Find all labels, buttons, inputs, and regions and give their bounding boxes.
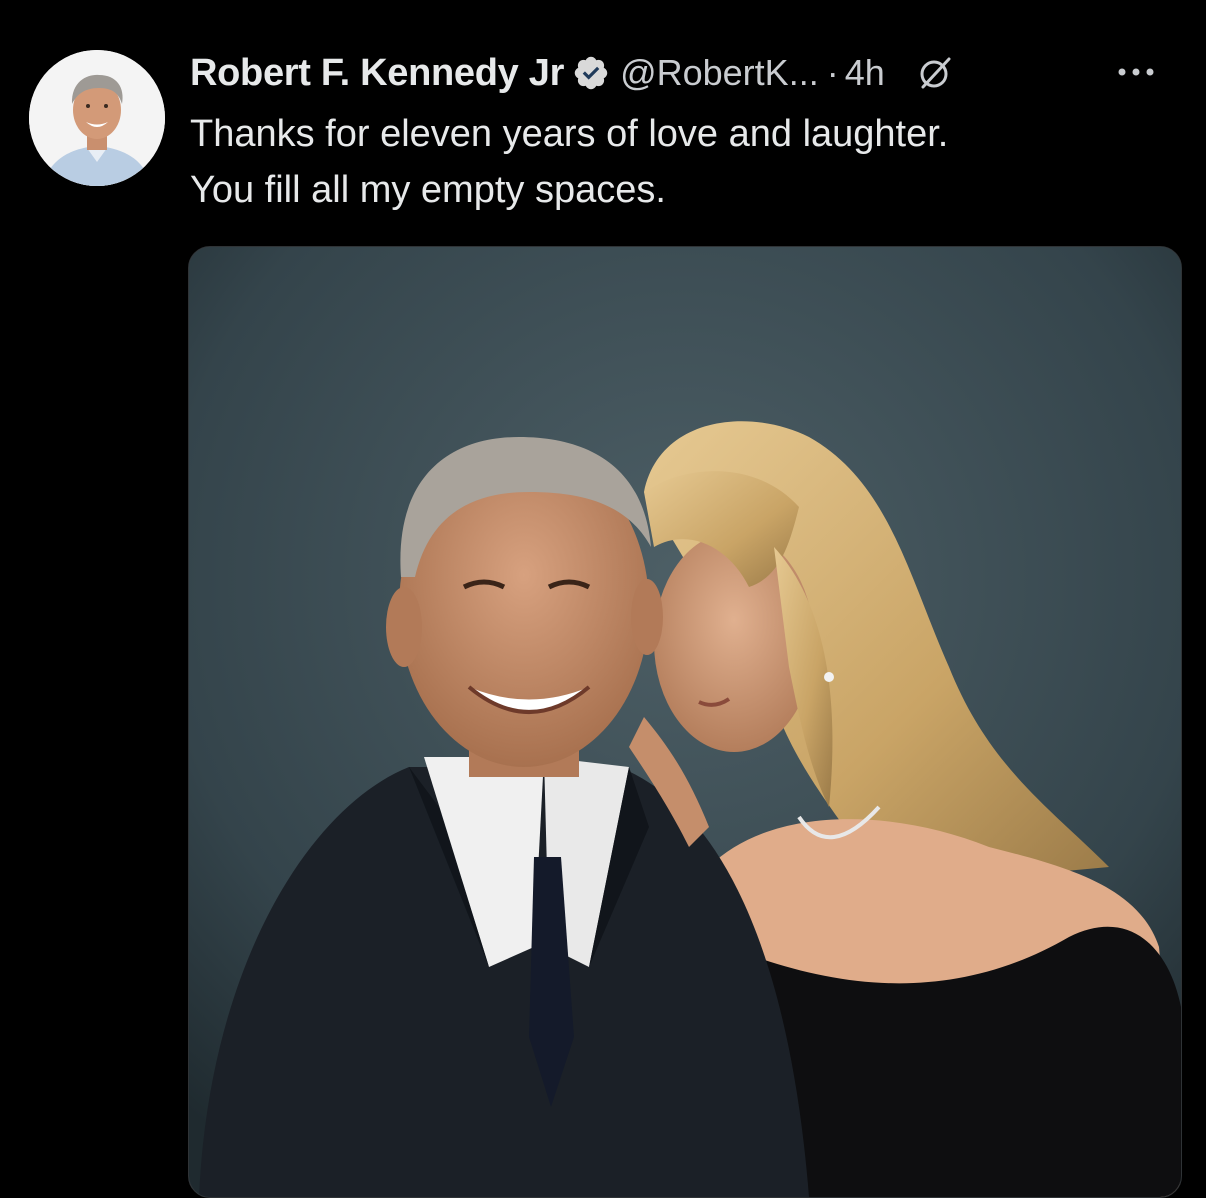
portrait-photo [189, 247, 1181, 1197]
separator-dot: · [826, 52, 839, 93]
verified-badge-icon[interactable] [572, 54, 610, 92]
tweet[interactable]: Robert F. Kennedy Jr @RobertK... · 4h Th… [0, 0, 1206, 1198]
tweet-text-line-1: Thanks for eleven years of love and laug… [190, 113, 949, 155]
tweet-timestamp[interactable]: 4h [845, 52, 885, 94]
tweet-text: Thanks for eleven years of love and laug… [190, 106, 1180, 218]
author-avatar[interactable] [29, 50, 165, 186]
avatar-photo [29, 50, 165, 186]
tweet-text-line-2: You fill all my empty spaces. [190, 169, 666, 211]
more-options-icon[interactable] [1114, 62, 1158, 82]
author-handle[interactable]: @RobertK... [620, 52, 819, 94]
tweet-header: Robert F. Kennedy Jr @RobertK... · 4h [190, 48, 1180, 98]
grok-icon[interactable] [915, 53, 955, 93]
author-display-name[interactable]: Robert F. Kennedy Jr [190, 52, 564, 95]
tweet-media-photo[interactable] [188, 246, 1182, 1198]
